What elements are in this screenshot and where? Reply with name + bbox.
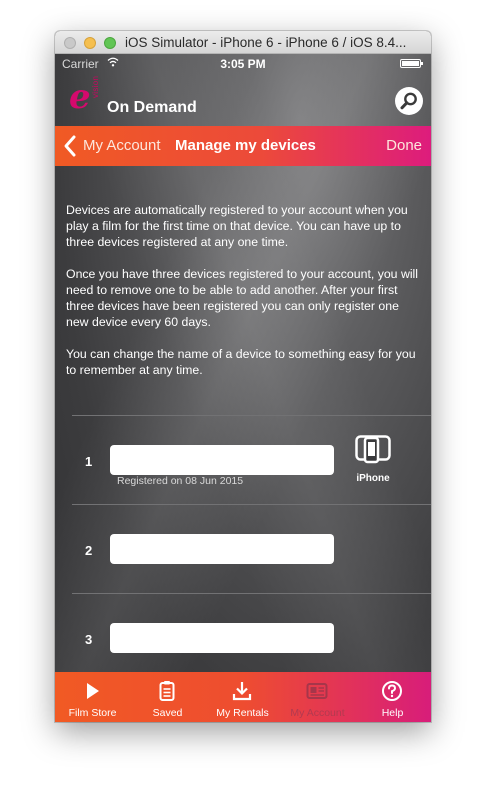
simulator-window: iOS Simulator - iPhone 6 - iPhone 6 / iO… bbox=[55, 31, 431, 722]
intro-paragraph-3: You can change the name of a device to s… bbox=[66, 347, 416, 377]
tab-label: Film Store bbox=[68, 707, 117, 719]
play-icon bbox=[87, 683, 99, 699]
tab-my-account[interactable]: My Account bbox=[280, 672, 355, 722]
device-number: 2 bbox=[85, 543, 93, 558]
logo-on-demand: On Demand bbox=[107, 99, 197, 116]
battery-icon bbox=[400, 59, 423, 68]
done-button[interactable]: Done bbox=[386, 137, 422, 154]
tab-help[interactable]: Help bbox=[355, 672, 430, 722]
device-registered-date: Registered on 08 Jun 2015 bbox=[117, 475, 244, 487]
intro-paragraph-1: Devices are automatically registered to … bbox=[66, 203, 408, 249]
device-name-field[interactable] bbox=[110, 445, 334, 475]
tab-saved[interactable]: Saved bbox=[130, 672, 205, 722]
window-close-button[interactable] bbox=[64, 37, 76, 49]
tab-label: My Rentals bbox=[216, 707, 269, 719]
tab-label: Saved bbox=[152, 707, 183, 719]
intro-text: Devices are automatically registered to … bbox=[66, 202, 423, 394]
help-icon bbox=[382, 681, 402, 701]
logo-e-letter: e bbox=[69, 77, 91, 117]
iphone-device-icon bbox=[355, 435, 391, 464]
window-title: iOS Simulator - iPhone 6 - iPhone 6 / iO… bbox=[125, 35, 407, 50]
tab-film-store[interactable]: Film Store bbox=[55, 672, 130, 722]
account-card-icon bbox=[306, 683, 328, 699]
device-name-field[interactable] bbox=[110, 623, 334, 653]
logo-vision-text: vision bbox=[91, 75, 100, 98]
device-number: 3 bbox=[85, 632, 93, 647]
device-type-label: iPhone bbox=[356, 473, 390, 484]
page-title: Manage my devices bbox=[175, 137, 316, 154]
window-zoom-button[interactable] bbox=[104, 37, 116, 49]
device-divider bbox=[72, 593, 431, 594]
device-number: 1 bbox=[85, 454, 93, 469]
search-button[interactable] bbox=[395, 87, 423, 115]
tab-label: My Account bbox=[290, 707, 345, 719]
app-screen: Carrier 3:05 PM e vision On Demand My Ac… bbox=[55, 54, 431, 722]
device-divider bbox=[72, 504, 431, 505]
status-bar: Carrier 3:05 PM bbox=[55, 54, 431, 74]
tab-my-rentals[interactable]: My Rentals bbox=[205, 672, 280, 722]
status-time: 3:05 PM bbox=[220, 57, 266, 71]
tab-label: Help bbox=[381, 707, 404, 719]
window-titlebar: iOS Simulator - iPhone 6 - iPhone 6 / iO… bbox=[55, 31, 431, 54]
device-divider bbox=[72, 415, 431, 416]
device-name-field[interactable] bbox=[110, 534, 334, 564]
navigation-bar: My Account Manage my devices Done bbox=[55, 126, 431, 166]
back-button[interactable]: My Account bbox=[83, 137, 161, 154]
saved-list-icon bbox=[159, 681, 175, 701]
download-icon bbox=[232, 682, 252, 701]
tab-bar: Film Store Saved My Rentals My Account H… bbox=[55, 672, 431, 722]
window-minimize-button[interactable] bbox=[84, 37, 96, 49]
intro-paragraph-2: Once you have three devices registered t… bbox=[66, 267, 419, 329]
chevron-left-icon[interactable] bbox=[63, 134, 77, 158]
search-icon bbox=[400, 92, 417, 110]
app-header: e vision On Demand bbox=[55, 74, 431, 126]
